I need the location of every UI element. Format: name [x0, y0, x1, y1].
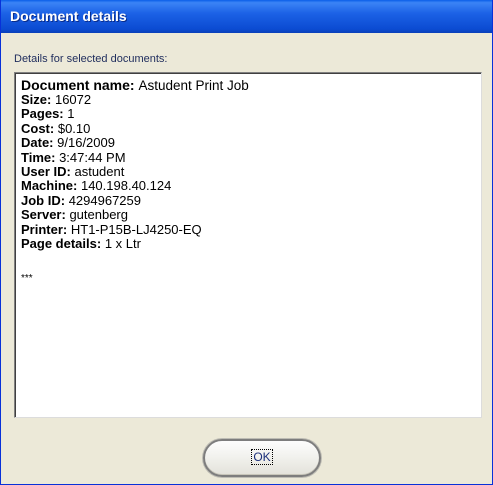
detail-row-printer: Printer: HT1-P15B-LJ4250-EQ — [21, 221, 475, 237]
detail-label: Date: — [21, 135, 54, 151]
document-details-dialog: Document details Details for selected do… — [0, 0, 493, 485]
detail-label: Server: — [21, 207, 66, 223]
detail-label: Size: — [21, 92, 52, 107]
details-text-area[interactable]: Document name: Astudent Print Job Size: … — [14, 72, 482, 418]
title-bar[interactable]: Document details — [1, 0, 492, 33]
detail-value: 1 — [67, 106, 75, 122]
detail-value: Astudent Print Job — [138, 78, 249, 93]
detail-value: 140.198.40.124 — [80, 178, 172, 194]
detail-label: Job ID: — [21, 192, 66, 208]
detail-value: $0.10 — [57, 120, 91, 136]
ok-button-label: OK — [251, 449, 273, 465]
detail-label: Pages: — [21, 106, 64, 122]
detail-row-document-name: Document name: Astudent Print Job — [21, 77, 475, 94]
detail-row-time: Time: 3:47:44 PM — [21, 149, 475, 165]
detail-value: 4294967259 — [68, 192, 141, 208]
detail-value: 1 x Ltr — [104, 236, 141, 252]
detail-row-job-id: Job ID: 4294967259 — [21, 192, 475, 208]
detail-row-cost: Cost: $0.10 — [21, 120, 475, 136]
detail-row-pages: Pages: 1 — [21, 107, 475, 121]
detail-value: gutenberg — [69, 207, 128, 223]
detail-label: Machine: — [21, 178, 78, 194]
detail-label: Cost: — [21, 120, 55, 136]
detail-row-machine: Machine: 140.198.40.124 — [21, 179, 475, 193]
separator-mark: *** — [21, 273, 33, 285]
detail-value: HT1-P15B-LJ4250-EQ — [70, 221, 202, 237]
detail-value: 9/16/2009 — [57, 135, 115, 151]
window-title: Document details — [10, 8, 127, 24]
detail-value: astudent — [74, 164, 125, 180]
detail-row-size: Size: 16072 — [21, 92, 475, 107]
detail-row-server: Server: gutenberg — [21, 208, 475, 222]
detail-row-page-details: Page details: 1 x Ltr — [21, 236, 475, 252]
detail-label: Document name: — [21, 77, 135, 93]
detail-label: Time: — [21, 149, 56, 165]
detail-value: 3:47:44 PM — [59, 149, 126, 165]
detail-value: 16072 — [54, 92, 92, 107]
details-caption: Details for selected documents: — [14, 53, 168, 65]
detail-label: Page details: — [21, 236, 102, 252]
ok-button[interactable]: OK — [203, 439, 321, 477]
detail-label: Printer: — [21, 221, 68, 237]
detail-row-user-id: User ID: astudent — [21, 164, 475, 180]
detail-label: User ID: — [21, 164, 71, 180]
detail-row-date: Date: 9/16/2009 — [21, 136, 475, 150]
